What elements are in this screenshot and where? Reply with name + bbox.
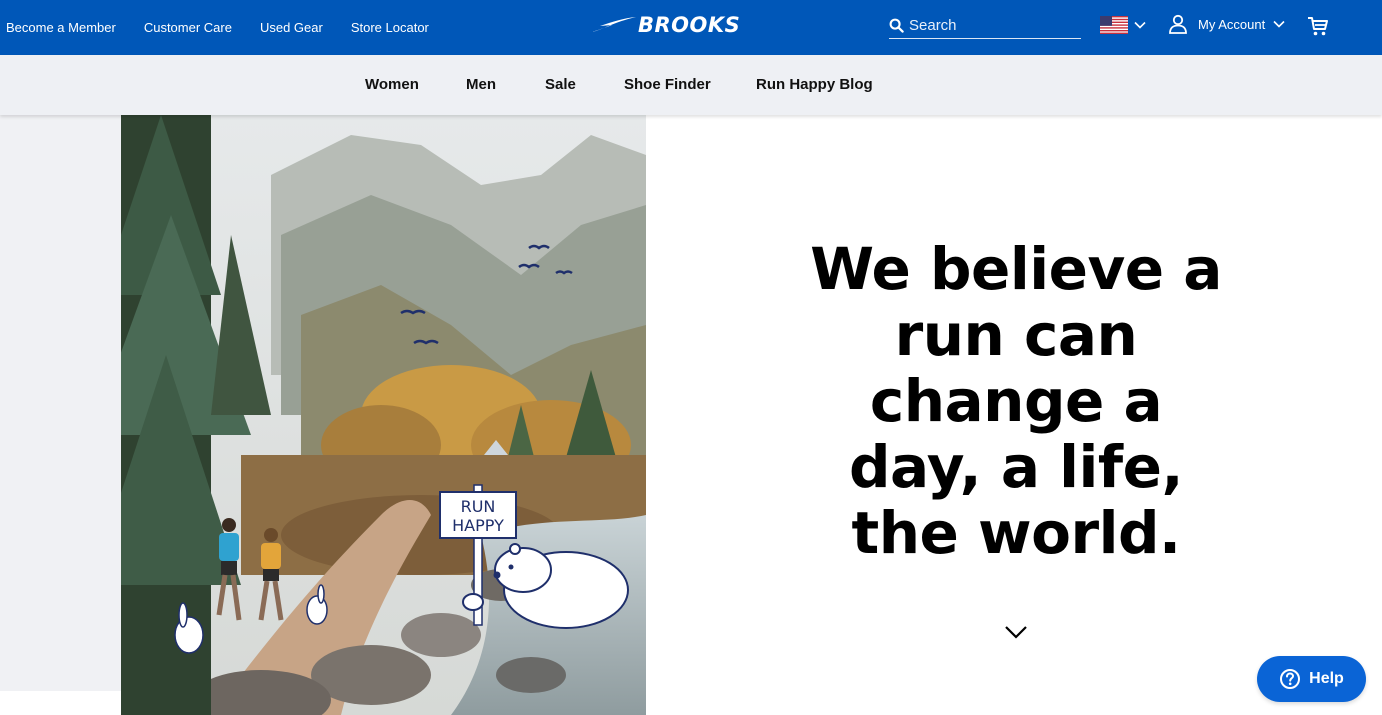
- nav-men[interactable]: Men: [466, 55, 496, 115]
- user-icon: [1169, 14, 1187, 34]
- search-bar: [889, 13, 1081, 39]
- sign-text-run: RUN: [461, 497, 496, 516]
- search-icon[interactable]: [889, 18, 904, 33]
- us-flag-icon: [1100, 16, 1128, 34]
- brooks-swoosh-icon: [592, 17, 636, 32]
- nav-run-happy-blog[interactable]: Run Happy Blog: [756, 55, 873, 115]
- my-account-label: My Account: [1198, 16, 1266, 32]
- headline-line-2: run can: [894, 301, 1138, 369]
- headline-line-5: the world.: [851, 499, 1181, 567]
- chevron-down-icon: [1273, 20, 1285, 28]
- main-navigation: Women Men Sale Shoe Finder Run Happy Blo…: [0, 55, 1382, 115]
- my-account-menu[interactable]: My Account: [1168, 14, 1285, 34]
- top-utility-bar: Become a Member Customer Care Used Gear …: [0, 0, 1382, 55]
- help-label: Help: [1309, 670, 1344, 687]
- mountain-trail-illustration: RUN HAPPY: [121, 115, 646, 715]
- brooks-logo[interactable]: BROOKS: [592, 12, 740, 38]
- brooks-wordmark: BROOKS: [638, 13, 741, 37]
- nav-shoe-finder[interactable]: Shoe Finder: [624, 55, 711, 115]
- headline-line-4: day, a life,: [848, 433, 1184, 501]
- utility-links: Become a Member Customer Care Used Gear …: [6, 0, 457, 55]
- chevron-down-icon[interactable]: [1004, 624, 1028, 640]
- help-button[interactable]: Help: [1257, 656, 1366, 702]
- hero-image: RUN HAPPY: [121, 115, 646, 715]
- headline-line-1: We believe a: [810, 235, 1222, 303]
- become-a-member-link[interactable]: Become a Member: [6, 20, 116, 35]
- used-gear-link[interactable]: Used Gear: [260, 20, 323, 35]
- hero-left-panel: [0, 115, 121, 691]
- nav-women[interactable]: Women: [365, 55, 419, 115]
- hero-headline: We believe a run can change a day, a lif…: [760, 236, 1272, 566]
- nav-sale[interactable]: Sale: [545, 55, 576, 115]
- store-locator-link[interactable]: Store Locator: [351, 20, 429, 35]
- cart-icon[interactable]: [1307, 15, 1329, 37]
- customer-care-link[interactable]: Customer Care: [144, 20, 232, 35]
- country-selector[interactable]: [1100, 16, 1146, 34]
- search-input[interactable]: [909, 17, 1069, 34]
- chevron-down-icon: [1134, 21, 1146, 29]
- question-circle-icon: [1280, 669, 1301, 689]
- headline-line-3: change a: [869, 367, 1163, 435]
- sign-text-happy: HAPPY: [452, 516, 504, 535]
